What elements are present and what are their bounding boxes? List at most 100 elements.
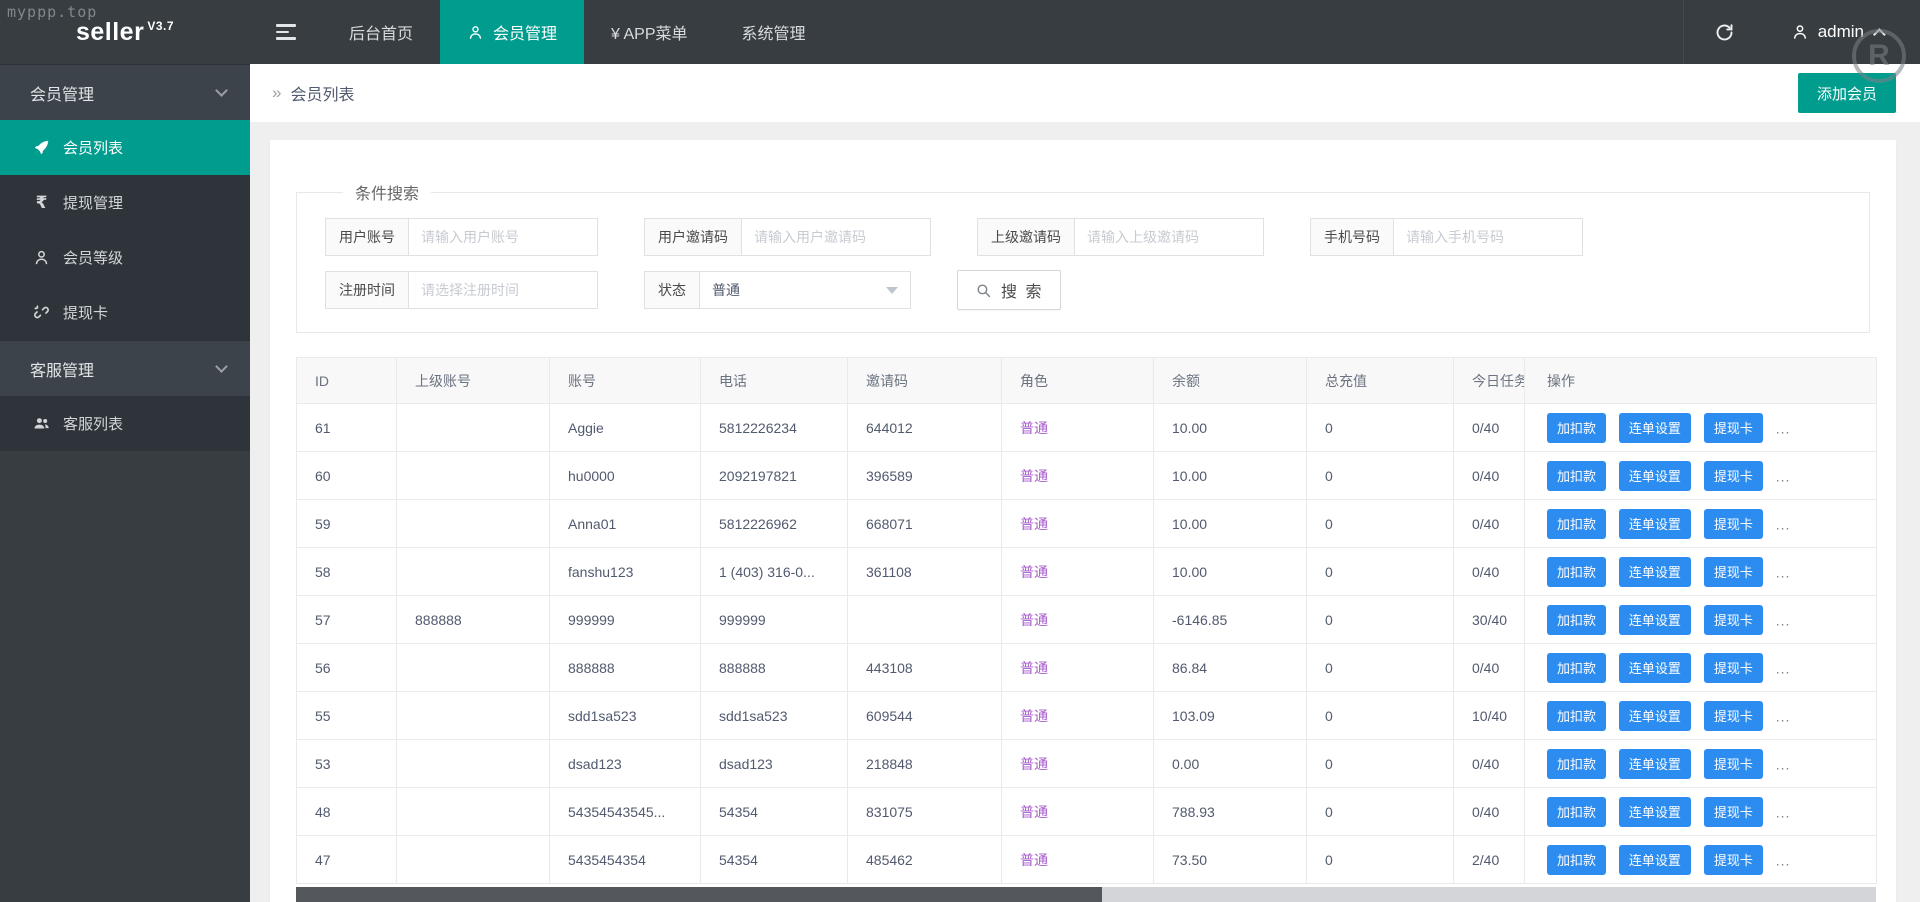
cell-today-tasks: 2/40 [1454,836,1525,884]
cell-phone: 5812226962 [701,500,848,548]
search-panel-legend: 条件搜索 [343,180,431,204]
status-select[interactable]: 普通 [699,271,911,309]
phone-number-input[interactable] [1393,218,1583,256]
more-actions-button[interactable]: ... [1776,852,1791,868]
field-label: 用户邀请码 [644,218,741,256]
field-user-account: 用户账号 [325,218,598,256]
add-deduct-funds-button[interactable]: 加扣款 [1547,797,1606,827]
more-actions-button[interactable]: ... [1776,516,1791,532]
cell-role: 普通 [1002,692,1154,740]
horizontal-scrollbar-track[interactable] [296,887,1876,902]
withdraw-card-button[interactable]: 提现卡 [1704,701,1763,731]
combo-order-settings-button[interactable]: 连单设置 [1619,701,1691,731]
sidebar-group-label: 会员管理 [30,81,94,105]
more-actions-button[interactable]: ... [1776,708,1791,724]
sidebar-item-member-level[interactable]: 会员等级 [0,230,250,285]
hamburger-icon [276,37,296,39]
col-header-account: 账号 [550,358,701,404]
sidebar-toggle-button[interactable] [250,0,322,64]
add-deduct-funds-button[interactable]: 加扣款 [1547,749,1606,779]
withdraw-card-button[interactable]: 提现卡 [1704,653,1763,683]
cell-phone: 5812226234 [701,404,848,452]
cell-total-recharge: 0 [1307,596,1454,644]
add-deduct-funds-button[interactable]: 加扣款 [1547,701,1606,731]
register-time-input[interactable] [408,271,598,309]
parent-invite-code-input[interactable] [1074,218,1264,256]
more-actions-button[interactable]: ... [1776,468,1791,484]
withdraw-card-button[interactable]: 提现卡 [1704,749,1763,779]
add-deduct-funds-button[interactable]: 加扣款 [1547,845,1606,875]
cell-total-recharge: 0 [1307,404,1454,452]
cell-parent-account [397,644,550,692]
search-button[interactable]: 搜 索 [957,270,1061,310]
sidebar-group-support[interactable]: 客服管理 [0,340,250,396]
user-account-input[interactable] [408,218,598,256]
cell-today-tasks: 0/40 [1454,740,1525,788]
user-invite-code-input[interactable] [741,218,931,256]
sidebar-item-label: 会员等级 [63,247,123,268]
add-deduct-funds-button[interactable]: 加扣款 [1547,461,1606,491]
combo-order-settings-button[interactable]: 连单设置 [1619,605,1691,635]
withdraw-card-button[interactable]: 提现卡 [1704,557,1763,587]
more-actions-button[interactable]: ... [1776,612,1791,628]
withdraw-card-button[interactable]: 提现卡 [1704,605,1763,635]
add-deduct-funds-button[interactable]: 加扣款 [1547,413,1606,443]
more-actions-button[interactable]: ... [1776,756,1791,772]
sidebar-group-members[interactable]: 会员管理 [0,64,250,120]
cell-actions: 加扣款 连单设置 提现卡 ... [1525,740,1877,788]
combo-order-settings-button[interactable]: 连单设置 [1619,557,1691,587]
combo-order-settings-button[interactable]: 连单设置 [1619,797,1691,827]
cell-id: 47 [297,836,397,884]
cell-account: dsad123 [550,740,701,788]
sidebar-item-withdraw-card[interactable]: 提现卡 [0,285,250,340]
withdraw-card-button[interactable]: 提现卡 [1704,509,1763,539]
nav-label: 会员管理 [493,20,557,44]
col-header-parent: 上级账号 [397,358,550,404]
cell-balance: 788.93 [1154,788,1307,836]
cell-account: hu0000 [550,452,701,500]
combo-order-settings-button[interactable]: 连单设置 [1619,509,1691,539]
combo-order-settings-button[interactable]: 连单设置 [1619,749,1691,779]
add-deduct-funds-button[interactable]: 加扣款 [1547,653,1606,683]
cell-invite-code: 485462 [848,836,1002,884]
cell-parent-account [397,452,550,500]
person-icon [1791,23,1809,41]
nav-item-app-menu[interactable]: ¥ APP菜单 [584,0,714,64]
combo-order-settings-button[interactable]: 连单设置 [1619,653,1691,683]
cell-id: 53 [297,740,397,788]
add-deduct-funds-button[interactable]: 加扣款 [1547,509,1606,539]
add-deduct-funds-button[interactable]: 加扣款 [1547,605,1606,635]
select-caret-icon [886,287,898,294]
field-label: 用户账号 [325,218,408,256]
combo-order-settings-button[interactable]: 连单设置 [1619,461,1691,491]
sidebar-item-withdraw-management[interactable]: ₹ 提现管理 [0,175,250,230]
sidebar-item-label: 客服列表 [63,413,123,434]
more-actions-button[interactable]: ... [1776,564,1791,580]
refresh-button[interactable] [1684,0,1765,64]
nav-item-system[interactable]: 系统管理 [715,0,833,64]
brand-name: seller [76,18,144,46]
nav-item-dashboard[interactable]: 后台首页 [322,0,440,64]
cell-actions: 加扣款 连单设置 提现卡 ... [1525,548,1877,596]
nav-item-members[interactable]: 会员管理 [440,0,584,64]
add-deduct-funds-button[interactable]: 加扣款 [1547,557,1606,587]
sidebar-item-support-list[interactable]: 客服列表 [0,396,250,451]
withdraw-card-button[interactable]: 提现卡 [1704,845,1763,875]
cell-total-recharge: 0 [1307,548,1454,596]
withdraw-card-button[interactable]: 提现卡 [1704,797,1763,827]
combo-order-settings-button[interactable]: 连单设置 [1619,413,1691,443]
more-actions-button[interactable]: ... [1776,420,1791,436]
more-actions-button[interactable]: ... [1776,660,1791,676]
withdraw-card-button[interactable]: 提现卡 [1704,461,1763,491]
cell-phone: 888888 [701,644,848,692]
breadcrumb-marker: » [272,83,281,103]
more-actions-button[interactable]: ... [1776,804,1791,820]
horizontal-scrollbar-thumb[interactable] [296,887,1102,902]
nav-label: 系统管理 [742,20,806,44]
cell-id: 57 [297,596,397,644]
withdraw-card-button[interactable]: 提现卡 [1704,413,1763,443]
combo-order-settings-button[interactable]: 连单设置 [1619,845,1691,875]
unlink-icon [33,304,50,321]
sidebar-item-member-list[interactable]: 会员列表 [0,120,250,175]
cell-balance: 86.84 [1154,644,1307,692]
